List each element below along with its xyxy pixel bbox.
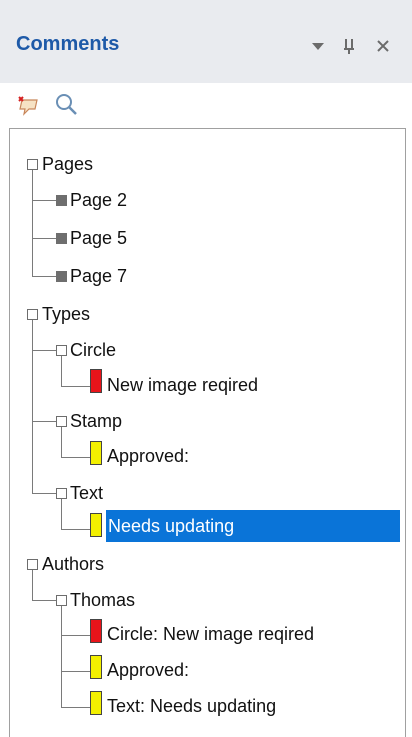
tree-node-author[interactable]: Thomas (70, 588, 135, 612)
text-expander[interactable] (56, 488, 67, 499)
pin-icon[interactable] (342, 37, 356, 57)
tree-node-authors[interactable]: Authors (42, 552, 104, 576)
tree-node-comment-selected[interactable]: Needs updating (108, 514, 234, 538)
page-icon (56, 195, 67, 206)
tree-line (61, 457, 90, 458)
tree-line (32, 350, 56, 351)
comment-flag-icon[interactable] (15, 91, 43, 119)
comments-tree[interactable]: Pages Page 2 Page 5 Page 7 Types Circle … (9, 128, 406, 737)
tree-node-page[interactable]: Page 5 (70, 226, 127, 250)
tree-line (61, 635, 90, 636)
tree-line (61, 707, 90, 708)
tree-line (32, 320, 33, 493)
tree-line (32, 600, 56, 601)
stamp-color-swatch (90, 441, 102, 465)
tree-node-text[interactable]: Text (70, 481, 103, 505)
tree-line (61, 499, 62, 529)
tree-line (61, 356, 62, 386)
tree-node-stamp[interactable]: Stamp (70, 409, 122, 433)
thomas-expander[interactable] (56, 595, 67, 606)
tree-node-circle[interactable]: Circle (70, 338, 116, 362)
tree-line (61, 606, 62, 707)
tree-line (32, 570, 33, 600)
circle-expander[interactable] (56, 345, 67, 356)
tree-node-comment[interactable]: New image reqired (107, 373, 258, 397)
stamp-expander[interactable] (56, 416, 67, 427)
authors-expander[interactable] (27, 559, 38, 570)
tree-line (32, 170, 33, 276)
types-expander[interactable] (27, 309, 38, 320)
tree-line (61, 427, 62, 457)
panel-header: Comments (0, 0, 412, 83)
tree-node-comment[interactable]: Approved: (107, 444, 189, 468)
tree-line (61, 529, 90, 530)
tree-line (32, 421, 56, 422)
tree-line (61, 671, 90, 672)
tree-node-comment[interactable]: Text: Needs updating (107, 694, 276, 718)
page-icon (56, 233, 67, 244)
dropdown-arrow-icon[interactable] (311, 42, 325, 62)
page-icon (56, 271, 67, 282)
tree-node-comment[interactable]: Circle: New image reqired (107, 622, 314, 646)
close-icon[interactable] (376, 39, 390, 59)
text-color-swatch (90, 691, 102, 715)
tree-node-pages[interactable]: Pages (42, 152, 93, 176)
tree-line (61, 386, 90, 387)
tree-node-page[interactable]: Page 2 (70, 188, 127, 212)
text-color-swatch (90, 513, 102, 537)
circle-color-swatch (90, 619, 102, 643)
comments-toolbar (0, 83, 412, 128)
tree-node-page[interactable]: Page 7 (70, 264, 127, 288)
tree-line (32, 200, 56, 201)
search-icon[interactable] (52, 91, 80, 119)
tree-node-comment[interactable]: Approved: (107, 658, 189, 682)
tree-line (32, 276, 56, 277)
tree-line (32, 493, 56, 494)
tree-line (32, 238, 56, 239)
circle-color-swatch (90, 369, 102, 393)
tree-node-types[interactable]: Types (42, 302, 90, 326)
pages-expander[interactable] (27, 159, 38, 170)
stamp-color-swatch (90, 655, 102, 679)
comments-panel: Comments Pages Page 2 Page 5 Page 7 Type… (0, 0, 412, 737)
panel-title: Comments (16, 33, 120, 55)
